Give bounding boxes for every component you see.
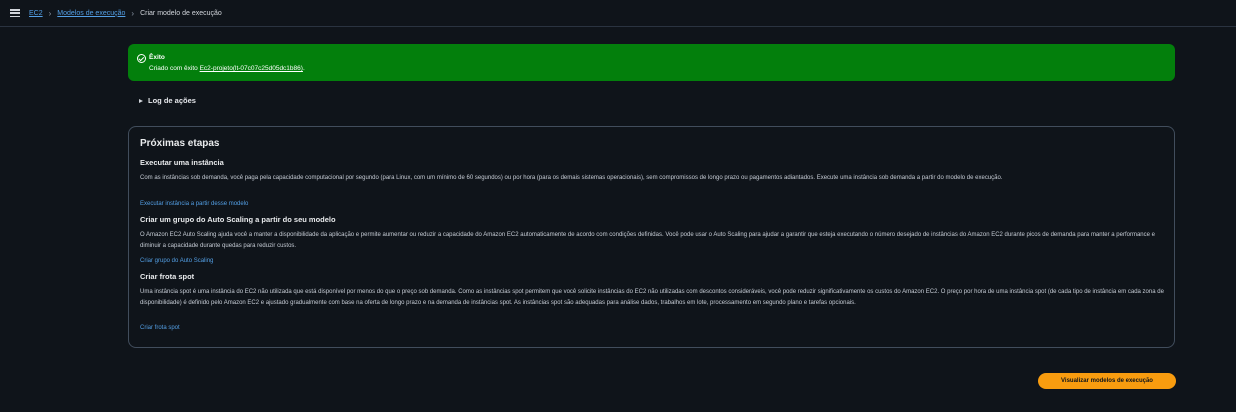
action-log-toggle[interactable]: Log de ações xyxy=(139,96,196,105)
banner-title: Êxito xyxy=(149,54,165,61)
launch-instance-text: Com as instâncias sob demanda, você paga… xyxy=(140,175,1003,181)
auto-scaling-text: O Amazon EC2 Auto Scaling ajuda você a m… xyxy=(140,232,1155,249)
menu-icon[interactable] xyxy=(10,9,20,17)
spot-fleet-text: Uma instância spot é uma instância do EC… xyxy=(140,289,1164,306)
launch-instance-link[interactable]: Executar instância a partir desse modelo xyxy=(140,201,248,207)
chevron-right-icon: › xyxy=(48,8,52,18)
banner-message-suffix: . xyxy=(302,65,305,72)
check-circle-icon xyxy=(137,54,146,63)
template-id-link[interactable]: Ec2-projeto(lt-07c07c25d05dc1b86) xyxy=(200,65,303,72)
action-log-label: Log de ações xyxy=(148,96,196,105)
next-steps-title: Próximas etapas xyxy=(140,138,220,149)
breadcrumb-ec2[interactable]: EC2 xyxy=(29,10,43,17)
banner-message-prefix: Criado com êxito xyxy=(149,65,198,72)
breadcrumb: EC2 › Modelos de execução › Criar modelo… xyxy=(29,9,222,18)
auto-scaling-title: Criar um grupo do Auto Scaling a partir … xyxy=(140,215,336,224)
auto-scaling-link[interactable]: Criar grupo do Auto Scaling xyxy=(140,258,213,264)
banner-message: Criado com êxito Ec2-projeto(lt-07c07c25… xyxy=(149,65,305,72)
spot-fleet-title: Criar frota spot xyxy=(140,272,195,281)
breadcrumb-current: Criar modelo de execução xyxy=(140,9,222,17)
chevron-right-icon: › xyxy=(131,8,135,18)
spot-fleet-link[interactable]: Criar frota spot xyxy=(140,325,180,331)
launch-instance-title: Executar uma instância xyxy=(140,158,224,167)
caret-right-icon xyxy=(139,98,143,103)
success-banner: Êxito Criado com êxito Ec2-projeto(lt-07… xyxy=(128,44,1175,81)
breadcrumb-launch-templates[interactable]: Modelos de execução xyxy=(57,10,125,17)
next-steps-panel: Próximas etapas Executar uma instância C… xyxy=(128,126,1175,348)
top-navigation-bar: EC2 › Modelos de execução › Criar modelo… xyxy=(0,0,1236,27)
view-launch-templates-button[interactable]: Visualizar modelos de execução xyxy=(1038,373,1176,389)
